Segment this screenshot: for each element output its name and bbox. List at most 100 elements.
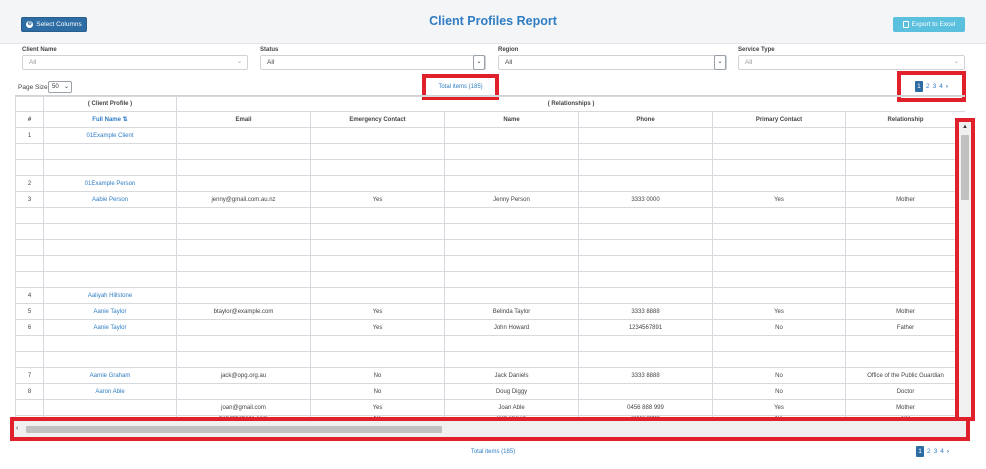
table-row[interactable]: 6 Aanie Taylor Yes John Howard 1234567891 No F…	[15, 319, 965, 336]
sort-icon[interactable]: ⇅	[123, 117, 128, 123]
full-name-cell[interactable]: 01Example Client	[43, 127, 177, 144]
next-page-button[interactable]: ›	[947, 448, 949, 455]
contact-name-cell	[444, 335, 579, 352]
full-name-cell	[43, 255, 177, 272]
page-size-select[interactable]: 50 ⌄	[48, 81, 72, 93]
table-row[interactable]	[15, 159, 965, 176]
chevron-down-icon[interactable]: ⌄	[473, 55, 485, 70]
phone-cell	[578, 207, 713, 224]
table-row[interactable]	[15, 239, 965, 256]
region-filter[interactable]: All ⌄	[498, 55, 727, 70]
contact-name-cell: John Howard	[444, 319, 579, 336]
relationship-cell	[844, 143, 965, 160]
horizontal-scroll-thumb[interactable]	[26, 426, 442, 433]
table-row[interactable]: joan@gmail.com Yes Joan Able 0456 888 999 Ye…	[15, 399, 965, 416]
relationship-cell	[844, 239, 965, 256]
relationship-cell: Father	[844, 319, 965, 336]
full-name-cell[interactable]: Aanie Taylor	[43, 303, 177, 320]
table-row[interactable]	[15, 255, 965, 272]
full-name-cell[interactable]: Aarnie Graham	[43, 367, 177, 384]
page-size-label: Page Size:	[18, 84, 50, 91]
table-row[interactable]	[15, 223, 965, 240]
file-excel-icon	[902, 21, 909, 28]
email-cell	[176, 175, 311, 192]
col-header-name[interactable]: Name	[444, 111, 579, 128]
client-name-filter[interactable]: All ⌄	[22, 55, 248, 70]
page-3-button[interactable]: 3	[933, 83, 937, 90]
client-name-value: All	[29, 59, 37, 66]
chevron-down-icon[interactable]: ⌄	[714, 55, 726, 70]
region-value: All	[505, 59, 513, 66]
contact-name-cell: Joan Able	[444, 399, 579, 416]
table-row[interactable]	[15, 143, 965, 160]
table-row[interactable]	[15, 207, 965, 224]
row-number-cell	[15, 223, 44, 240]
table-body: 1 01Example Client 2 01Example Person 3 Aabie…	[15, 127, 965, 426]
status-filter[interactable]: All ⌄	[260, 55, 486, 70]
group-spacer	[15, 96, 44, 112]
table-row[interactable]	[15, 271, 965, 288]
scroll-left-arrow-icon[interactable]: ‹	[16, 423, 24, 435]
col-header-number[interactable]: #	[15, 111, 44, 128]
col-header-phone[interactable]: Phone	[578, 111, 713, 128]
col-header-email[interactable]: Email	[176, 111, 311, 128]
service-type-filter[interactable]: All ⌄	[738, 55, 965, 70]
full-name-cell	[43, 159, 177, 176]
relationship-cell: Office of the Public Guardian	[844, 367, 965, 384]
emergency-contact-cell: Yes	[310, 319, 445, 336]
full-name-cell[interactable]: Aabie Person	[43, 191, 177, 208]
table-row[interactable]: 8 Aaron Able No Doug Diggy No Doctor	[15, 383, 965, 400]
contact-name-cell	[444, 223, 579, 240]
page-1-button[interactable]: 1	[914, 81, 923, 92]
primary-contact-cell: Yes	[712, 399, 846, 416]
row-number-cell	[15, 207, 44, 224]
row-number-cell: 4	[15, 287, 44, 304]
primary-contact-cell	[712, 207, 846, 224]
page-2-button[interactable]: 2	[926, 83, 930, 90]
table-row[interactable]: 2 01Example Person	[15, 175, 965, 192]
relationship-cell	[844, 127, 965, 144]
table-row[interactable]: 4 Aaliyah Hillstone	[15, 287, 965, 304]
contact-name-cell: Jenny Person	[444, 191, 579, 208]
page-1-button[interactable]: 1	[916, 446, 924, 457]
full-name-cell	[43, 223, 177, 240]
page-2-button[interactable]: 2	[927, 448, 931, 455]
col-header-full-name[interactable]: Full Name ⇅	[43, 111, 177, 128]
table-row[interactable]: 7 Aarnie Graham jack@opg.org.au No Jack Dani…	[15, 367, 965, 384]
email-cell	[176, 207, 311, 224]
col-header-full-name-label: Full Name	[92, 117, 121, 123]
phone-cell: 0456 888 999	[578, 399, 713, 416]
page-4-button[interactable]: 4	[939, 83, 943, 90]
table-row[interactable]: 5 Aanie Taylor btaylor@example.com Yes Belin…	[15, 303, 965, 320]
page-3-button[interactable]: 3	[934, 448, 938, 455]
row-number-cell	[15, 239, 44, 256]
vertical-scroll-thumb[interactable]	[961, 135, 969, 200]
table-row[interactable]	[15, 351, 965, 368]
phone-cell: 1234567891	[578, 319, 713, 336]
table-row[interactable]: 1 01Example Client	[15, 127, 965, 144]
email-cell	[176, 319, 311, 336]
table-row[interactable]: 3 Aabie Person jenny@gmail.com.au.nz Yes Jen…	[15, 191, 965, 208]
page-4-button[interactable]: 4	[940, 448, 944, 455]
relationship-cell	[844, 175, 965, 192]
export-to-excel-button[interactable]: Export to Excel	[893, 17, 965, 32]
contact-name-cell	[444, 239, 579, 256]
scroll-up-arrow-icon[interactable]: ▲	[959, 122, 971, 132]
col-header-primary-contact[interactable]: Primary Contact	[712, 111, 846, 128]
contact-name-cell	[444, 351, 579, 368]
col-header-emergency-contact[interactable]: Emergency Contact	[310, 111, 445, 128]
phone-cell	[578, 223, 713, 240]
row-number-cell: 3	[15, 191, 44, 208]
contact-name-cell	[444, 271, 579, 288]
col-header-relationship[interactable]: Relationship	[844, 111, 965, 128]
primary-contact-cell	[712, 159, 846, 176]
table-row[interactable]	[15, 335, 965, 352]
relationship-cell	[844, 207, 965, 224]
emergency-contact-cell: Yes	[310, 399, 445, 416]
next-page-button[interactable]: ›	[946, 83, 948, 90]
primary-contact-cell	[712, 223, 846, 240]
full-name-cell[interactable]: Aaron Able	[43, 383, 177, 400]
full-name-cell[interactable]: Aanie Taylor	[43, 319, 177, 336]
full-name-cell[interactable]: 01Example Person	[43, 175, 177, 192]
full-name-cell[interactable]: Aaliyah Hillstone	[43, 287, 177, 304]
